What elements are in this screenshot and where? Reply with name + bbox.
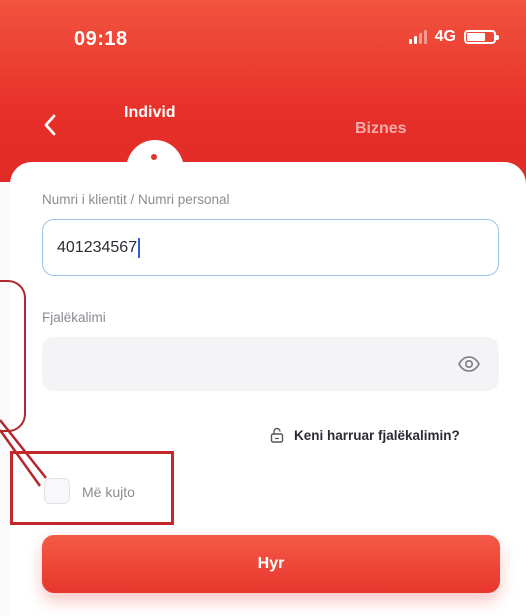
annotation-callout-box (0, 280, 26, 432)
battery-icon (464, 30, 499, 44)
annotation-highlight-box (10, 451, 174, 525)
eye-icon[interactable] (458, 356, 480, 372)
password-input[interactable] (42, 337, 499, 391)
chevron-left-icon (44, 114, 56, 136)
client-number-input[interactable]: 401234567 (42, 219, 499, 276)
active-tab-indicator (151, 154, 157, 160)
back-button[interactable] (36, 108, 64, 142)
client-number-value: 401234567 (57, 238, 138, 256)
status-indicators: 4G (408, 28, 499, 46)
forgot-password-link[interactable]: Keni harruar fjalëkalimin? (268, 426, 460, 444)
tab-biznes[interactable]: Biznes (355, 120, 407, 138)
signal-icon (408, 30, 427, 44)
forgot-password-label: Keni harruar fjalëkalimin? (294, 427, 460, 443)
text-caret (138, 237, 141, 258)
login-button-label: Hyr (257, 555, 285, 572)
status-time: 09:18 (74, 28, 128, 50)
login-button[interactable]: Hyr (42, 535, 500, 593)
tab-individ[interactable]: Individ (124, 104, 176, 122)
client-number-label: Numri i klientit / Numri personal (42, 192, 230, 207)
lock-icon (270, 427, 284, 443)
login-screen: 09:18 4G Individ Biznes Numri i klientit… (0, 0, 526, 616)
password-label: Fjalëkalimi (42, 310, 106, 325)
network-label: 4G (434, 28, 456, 45)
